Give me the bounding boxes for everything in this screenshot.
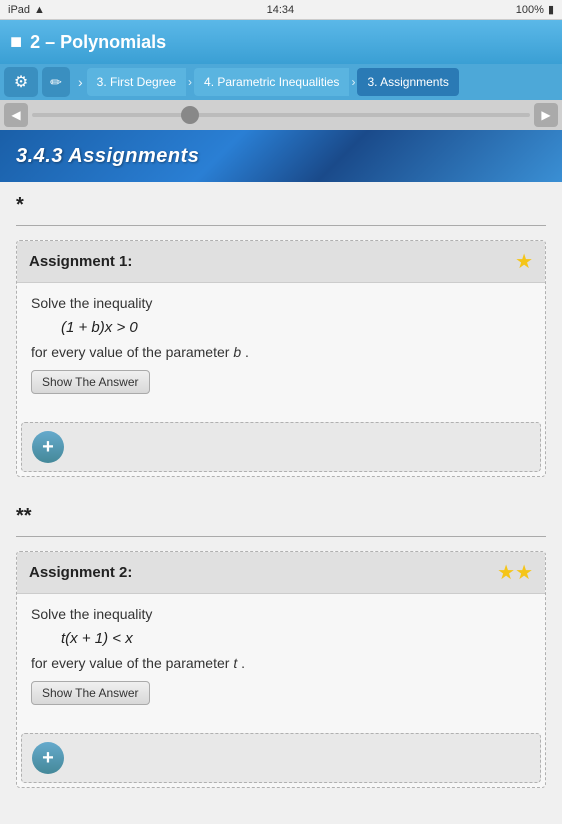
next-icon: ▶ [541,108,550,122]
main-content: * Assignment 1: ★ Solve the inequality (… [0,182,562,824]
battery-label: 100% [516,4,544,16]
breadcrumb-first-degree[interactable]: 3. First Degree [87,68,186,96]
status-left: iPad ▲ [8,4,45,16]
add-note-area-1: + [21,422,541,472]
difficulty-level-1: * [16,182,546,225]
show-answer-1-button[interactable]: Show The Answer [31,370,150,394]
assignment-2-header: Assignment 2: ★★ [17,552,545,594]
slider-bar: ◀ ▶ [0,100,562,130]
nav-bar: ⚙ ✏ › 3. First Degree › 4. Parametric In… [0,64,562,100]
title-bar: ■ 2 – Polynomials [0,20,562,64]
title-text: 2 – Polynomials [30,32,166,53]
breadcrumb-separator-0: › [78,74,83,90]
ipad-label: iPad [8,4,30,16]
divider-1 [16,225,546,226]
assignment-1-formula: (1 + b)x > 0 [61,319,531,336]
add-note-2-button[interactable]: + [32,742,64,774]
assignment-1-title: Assignment 1: [29,253,132,270]
assignment-2-formula: t(x + 1) < x [61,630,531,647]
section-header: 3.4.3 Assignments [0,130,562,182]
breadcrumb-separator-2: › [351,75,355,89]
assignment-1-body: Solve the inequality (1 + b)x > 0 for ev… [17,283,545,414]
breadcrumb-separator-1: › [188,75,192,89]
status-right: 100% ▮ [516,3,554,16]
assignment-2-body: Solve the inequality t(x + 1) < x for ev… [17,594,545,725]
slider-thumb[interactable] [181,106,199,124]
add-note-area-2: + [21,733,541,783]
settings-button[interactable]: ⚙ [4,67,38,97]
settings-icon: ⚙ [14,72,28,92]
book-icon: ■ [10,31,22,54]
pencil-icon: ✏ [50,74,62,91]
prev-icon: ◀ [11,108,20,122]
breadcrumbs: 3. First Degree › 4. Parametric Inequali… [87,64,558,100]
add-icon-1: + [42,436,54,459]
breadcrumb-assignments[interactable]: 3. Assignments [357,68,458,96]
assignment-card-2: Assignment 2: ★★ Solve the inequality t(… [16,551,546,788]
battery-icon: ▮ [548,3,554,16]
assignment-card-1: Assignment 1: ★ Solve the inequality (1 … [16,240,546,477]
assignment-2-stars: ★★ [497,560,533,585]
slider-prev-button[interactable]: ◀ [4,103,28,127]
assignment-1-stars: ★ [515,249,533,274]
assignment-1-header: Assignment 1: ★ [17,241,545,283]
show-answer-2-button[interactable]: Show The Answer [31,681,150,705]
section-title: 3.4.3 Assignments [16,145,199,168]
difficulty-level-2: ** [16,493,546,536]
assignment-2-instruction: Solve the inequality [31,606,531,622]
slider-next-button[interactable]: ▶ [534,103,558,127]
status-time: 14:34 [267,4,295,16]
assignment-1-param: for every value of the parameter b . [31,344,531,360]
add-note-1-button[interactable]: + [32,431,64,463]
divider-2 [16,536,546,537]
assignment-1-instruction: Solve the inequality [31,295,531,311]
slider-track [32,113,530,117]
pencil-button[interactable]: ✏ [42,67,70,97]
breadcrumb-parametric[interactable]: 4. Parametric Inequalities [194,68,349,96]
status-bar: iPad ▲ 14:34 100% ▮ [0,0,562,20]
assignment-2-title: Assignment 2: [29,564,132,581]
wifi-icon: ▲ [34,4,45,16]
assignment-2-param: for every value of the parameter t . [31,655,531,671]
